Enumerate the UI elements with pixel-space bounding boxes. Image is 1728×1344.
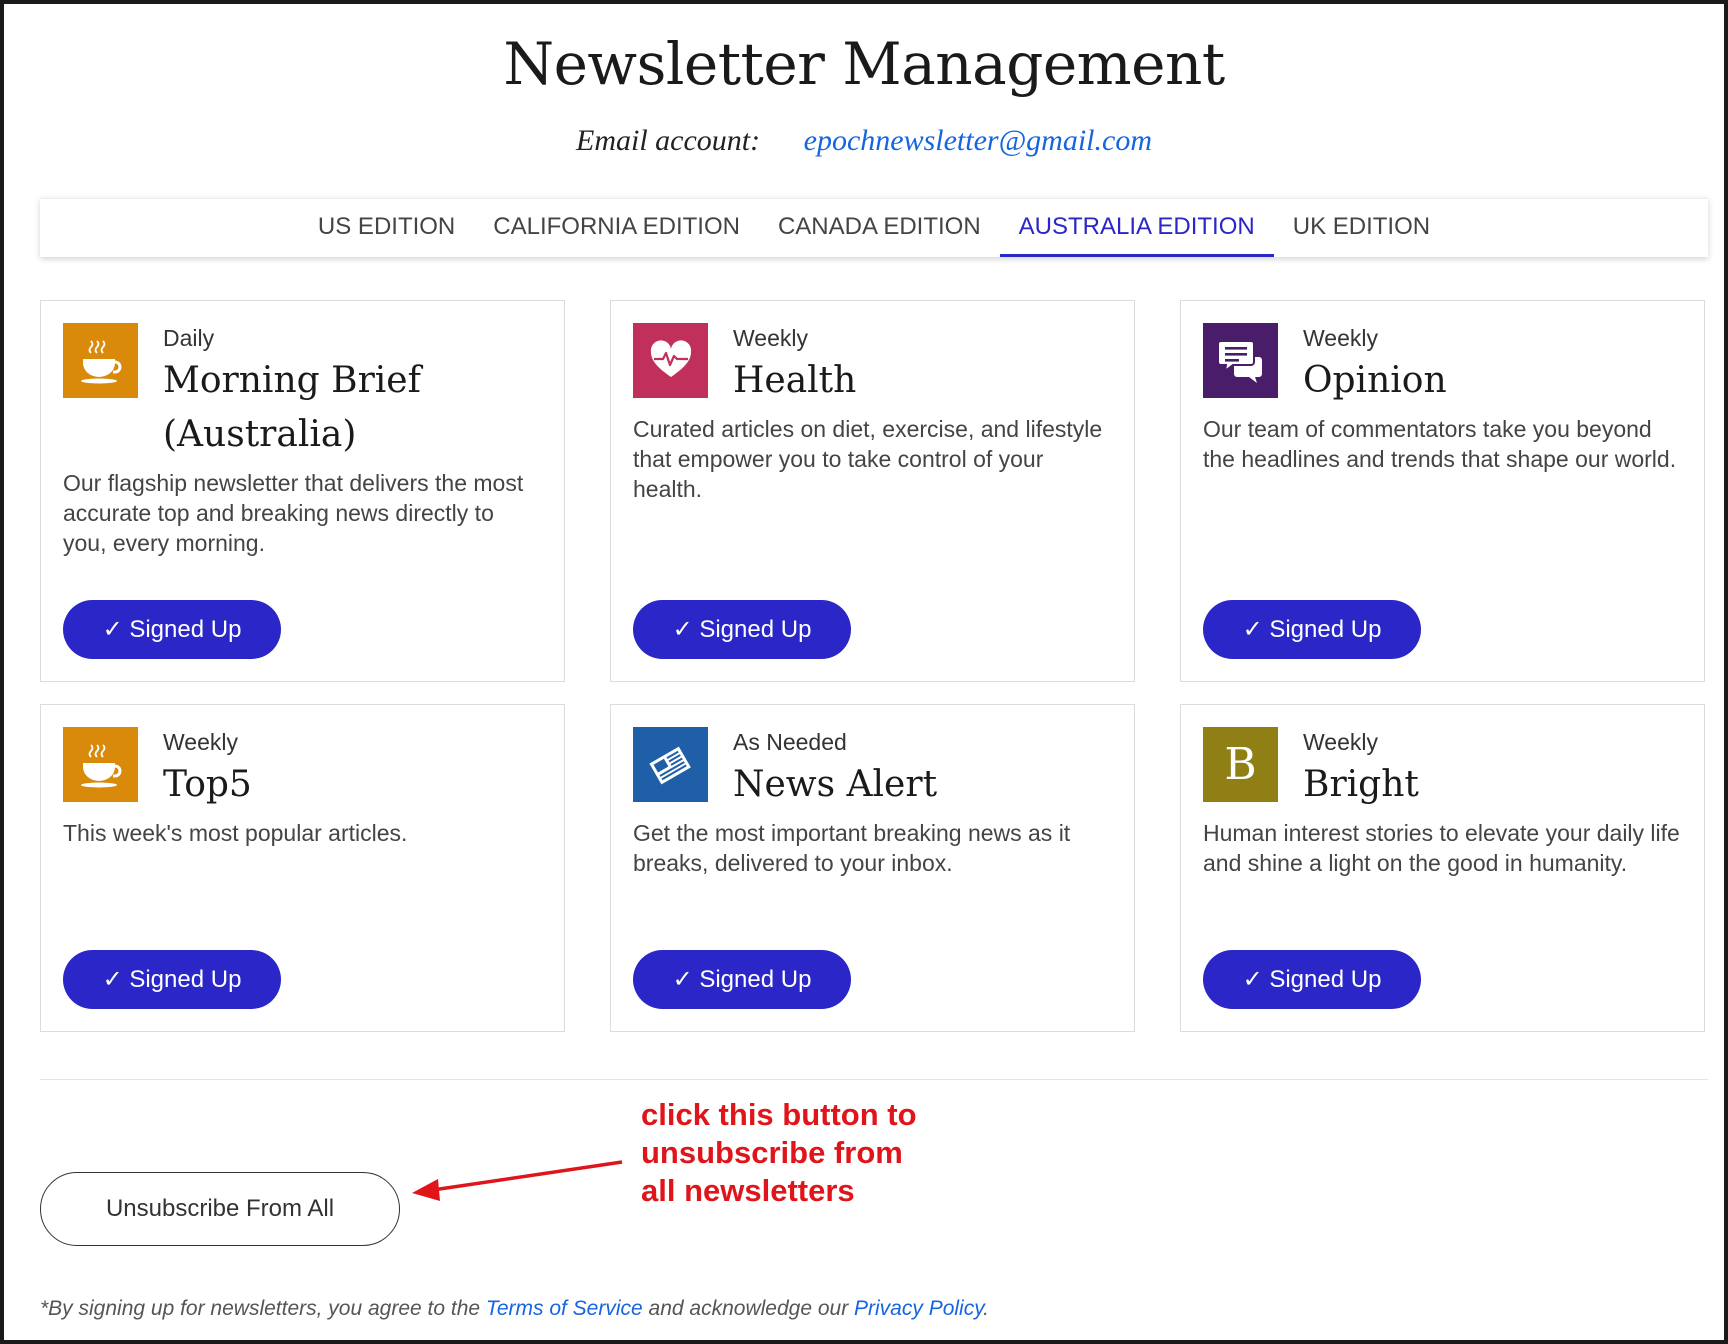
coffee-cup-icon [63, 727, 138, 802]
newsletter-description: Our flagship newsletter that delivers th… [63, 470, 524, 556]
email-account-row: Email account: epochnewsletter@gmail.com [4, 124, 1724, 158]
tab-australia-edition[interactable]: AUSTRALIA EDITION [999, 199, 1274, 257]
chat-bubbles-icon [1203, 323, 1278, 398]
email-account-value[interactable]: epochnewsletter@gmail.com [804, 124, 1152, 157]
annotation-line: unsubscribe from [641, 1135, 903, 1170]
newsletter-card-health: Weekly Health Curated articles on diet, … [610, 300, 1135, 682]
signed-up-button-health[interactable]: ✓ Signed Up [633, 600, 851, 659]
letter-b-glyph: B [1224, 739, 1257, 790]
newsletter-description: Human interest stories to elevate your d… [1203, 820, 1680, 876]
newsletter-title: Morning Brief (Australia) [163, 354, 421, 462]
newspaper-icon [633, 727, 708, 802]
signed-up-button-news-alert[interactable]: ✓ Signed Up [633, 950, 851, 1009]
annotation-line: all newsletters [641, 1173, 855, 1208]
heart-pulse-icon [633, 323, 708, 398]
newsletter-title-line: (Australia) [163, 414, 357, 455]
terms-of-service-link[interactable]: Terms of Service [486, 1297, 643, 1320]
tab-us-edition[interactable]: US EDITION [299, 199, 474, 257]
newsletter-card-opinion: Weekly Opinion Our team of commentators … [1180, 300, 1705, 682]
newsletter-title: News Alert [733, 764, 938, 805]
coffee-cup-svg [80, 743, 121, 787]
newsletter-frequency: Weekly [1303, 325, 1378, 351]
newsletter-description: Get the most important breaking news as … [633, 820, 1071, 876]
footer-suffix: . [983, 1297, 989, 1320]
footer-prefix: *By signing up for newsletters, you agre… [40, 1297, 486, 1320]
annotation-line: click this button to [641, 1097, 917, 1132]
page-title: Newsletter Management [503, 30, 1225, 98]
newsletter-card-bright: B Weekly Bright Human interest stories t… [1180, 704, 1705, 1032]
signed-up-button-bright[interactable]: ✓ Signed Up [1203, 950, 1421, 1009]
tab-california-edition[interactable]: CALIFORNIA EDITION [474, 199, 759, 257]
newsletter-title: Health [733, 360, 857, 401]
chat-bubbles-svg [1216, 339, 1262, 383]
newsletter-card-news-alert: As Needed News Alert Get the most import… [610, 704, 1135, 1032]
newsletter-title-line: Morning Brief [163, 360, 421, 401]
newsletter-grid: Daily Morning Brief (Australia) Our flag… [40, 300, 1710, 1032]
tab-canada-edition[interactable]: CANADA EDITION [759, 199, 1000, 257]
unsubscribe-all-button[interactable]: Unsubscribe From All [40, 1172, 400, 1246]
newsletter-title: Bright [1303, 764, 1419, 805]
signed-up-button-morning-brief[interactable]: ✓ Signed Up [63, 600, 281, 659]
coffee-cup-svg [80, 339, 121, 383]
newsletter-frequency: Weekly [733, 325, 808, 351]
newsletter-description: Our team of commentators take you beyond… [1203, 416, 1677, 472]
edition-tabs: US EDITION CALIFORNIA EDITION CANADA EDI… [40, 198, 1708, 257]
signed-up-button-top5[interactable]: ✓ Signed Up [63, 950, 281, 1009]
newsletter-frequency: Weekly [163, 729, 238, 755]
newsletter-card-morning-brief: Daily Morning Brief (Australia) Our flag… [40, 300, 565, 682]
letter-b-icon: B [1203, 727, 1278, 802]
newsletter-frequency: Daily [163, 325, 215, 351]
newsletter-title: Top5 [163, 764, 252, 805]
annotation-callout: click this button to unsubscribe from al… [641, 1096, 917, 1210]
coffee-cup-icon [63, 323, 138, 398]
privacy-policy-link[interactable]: Privacy Policy [854, 1297, 983, 1320]
newspaper-svg [648, 746, 691, 784]
newsletter-title: Opinion [1303, 360, 1447, 401]
signed-up-button-opinion[interactable]: ✓ Signed Up [1203, 600, 1421, 659]
annotation-arrow-icon [412, 1160, 623, 1201]
footer-middle: and acknowledge our [642, 1297, 855, 1320]
newsletter-frequency: As Needed [733, 729, 847, 755]
newsletter-frequency: Weekly [1303, 729, 1378, 755]
newsletter-description: Curated articles on diet, exercise, and … [633, 416, 1103, 502]
section-divider [40, 1079, 1708, 1080]
heart-pulse-svg [650, 339, 691, 377]
newsletter-description: This week's most popular articles. [63, 820, 408, 846]
terms-footer: *By signing up for newsletters, you agre… [40, 1297, 989, 1321]
email-account-label: Email account: [576, 124, 761, 157]
newsletter-card-top5: Weekly Top5 This week's most popular art… [40, 704, 565, 1032]
tab-uk-edition[interactable]: UK EDITION [1274, 199, 1449, 257]
